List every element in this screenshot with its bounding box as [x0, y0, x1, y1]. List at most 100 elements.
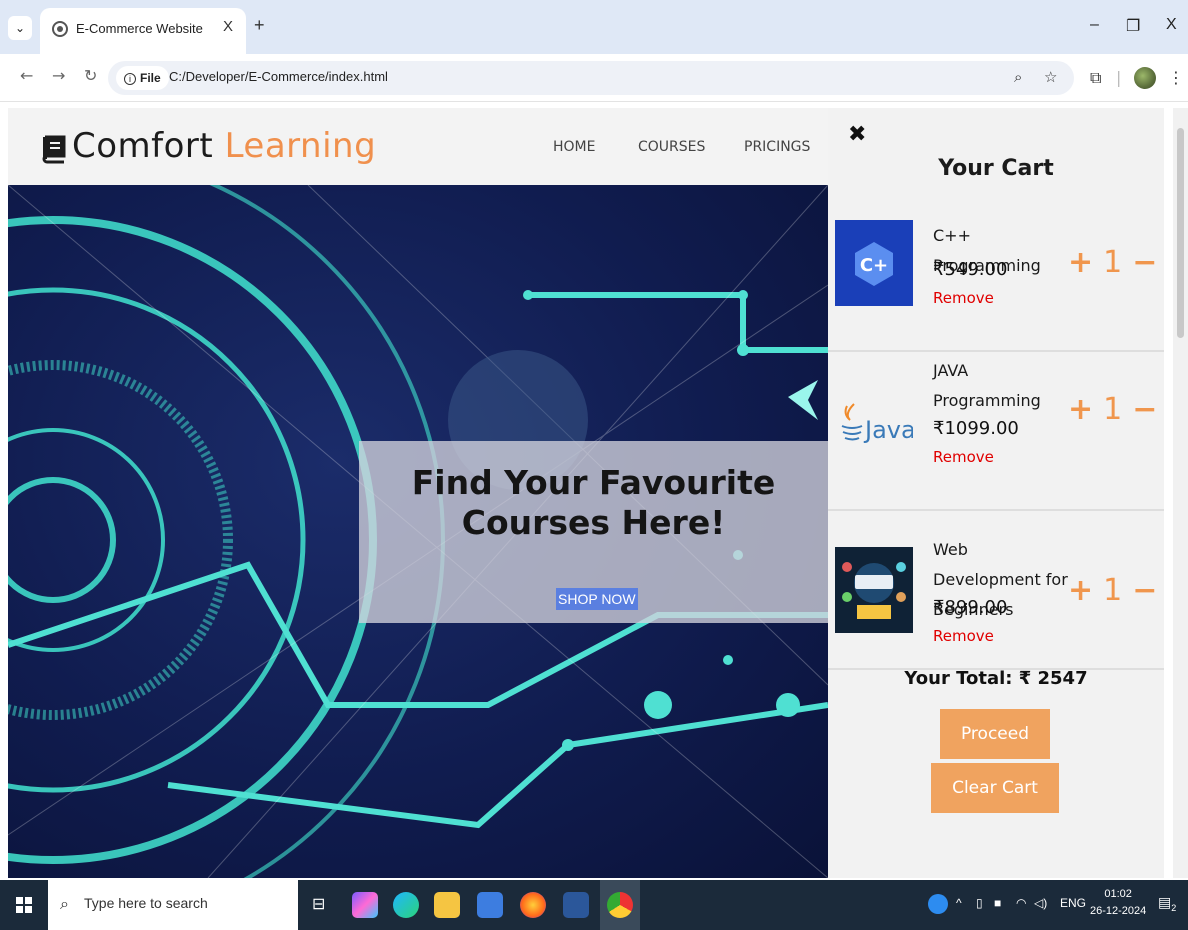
java-course-image: Java [841, 403, 913, 444]
cart-title: Your Cart [938, 156, 1054, 181]
forward-arrow-icon[interactable]: → [52, 66, 65, 85]
increase-quantity-button[interactable]: + [1068, 245, 1093, 280]
item-price: ₹1099.00 [933, 418, 1019, 439]
store-app-icon[interactable] [477, 892, 503, 918]
window-close-button[interactable]: X [1166, 16, 1177, 34]
battery-icon[interactable]: ▯ [976, 896, 983, 910]
camera-icon[interactable]: ■ [994, 896, 1001, 910]
item-name: JAVA Programming [933, 361, 1041, 410]
hero-title: Find Your Favourite Courses Here! [359, 463, 828, 543]
cart-item: C+ C++ Programming ₹549.00 Remove +1− [828, 193, 1164, 352]
help-icon[interactable] [928, 894, 948, 914]
hero-section: Find Your Favourite Courses Here! SHOP N… [8, 185, 828, 878]
arrow-shape [788, 380, 818, 420]
book-icon [42, 135, 66, 164]
copilot-app-icon[interactable] [352, 892, 378, 918]
browser-toolbar: ← → ↻ i File C:/Developer/E-Commerce/inde… [0, 54, 1188, 102]
hero-banner: Find Your Favourite Courses Here! SHOP N… [359, 441, 828, 623]
globe-icon [52, 21, 68, 37]
tab-search-chevron-icon[interactable]: ⌄ [8, 16, 32, 40]
page-scrollbar[interactable] [1173, 108, 1188, 878]
cart-total: Your Total: ₹ 2547 [904, 668, 1088, 689]
notification-icon[interactable]: ▤2 [1158, 894, 1176, 913]
browser-tab[interactable]: E-Commerce Website X [40, 8, 246, 54]
windows-start-icon[interactable] [16, 897, 32, 913]
quantity-value: 1 [1103, 392, 1123, 427]
site-logo[interactable]: Comfort Learning [72, 126, 376, 166]
logo-main-text: Comfort [72, 126, 214, 166]
site-info-chip[interactable]: i File [116, 66, 169, 90]
site-header: Comfort Learning HOME COURSES PRICINGS [8, 108, 828, 185]
search-icon: ⌕ [60, 894, 69, 913]
increase-quantity-button[interactable]: + [1068, 392, 1093, 427]
url-text[interactable]: C:/Developer/E-Commerce/index.html [169, 69, 388, 84]
clock-date: 26-12-2024 [1090, 905, 1147, 917]
decrease-quantity-button[interactable]: − [1132, 245, 1157, 280]
tab-close-button[interactable]: X [223, 18, 233, 35]
profile-avatar[interactable] [1134, 67, 1156, 89]
extensions-icon[interactable]: ⧉ [1090, 68, 1101, 88]
logo-accent-text: Learning [224, 126, 377, 166]
taskbar-search-placeholder: Type here to search [84, 895, 208, 911]
webdev-course-image [835, 547, 913, 633]
cart-item: Web Development for Beginners ₹899.00 Re… [828, 511, 1164, 670]
taskbar-search-box[interactable]: ⌕ Type here to search [48, 880, 298, 930]
scrollbar-thumb[interactable] [1177, 128, 1184, 338]
notification-count: 2 [1171, 902, 1177, 913]
zoom-icon[interactable]: ⌕ [1014, 68, 1022, 86]
windows-taskbar: ⌕ Type here to search ⊟ ^ ▯ ■ ◠ ◁) ENG 0… [0, 880, 1188, 930]
quantity-stepper: +1− [1068, 573, 1157, 608]
language-indicator[interactable]: ENG [1060, 896, 1086, 910]
cart-panel: ✖ Your Cart C+ C++ Programming ₹549.00 R… [828, 108, 1164, 878]
remove-link[interactable]: Remove [933, 627, 994, 645]
bookmark-star-icon[interactable]: ☆ [1044, 68, 1057, 86]
nav-home[interactable]: HOME [553, 139, 595, 155]
firefox-icon[interactable] [520, 892, 546, 918]
toolbar-divider: | [1116, 68, 1122, 87]
taskbar-clock[interactable]: 01:02 26-12-2024 [1090, 886, 1146, 920]
chrome-browser-icon[interactable] [607, 892, 633, 918]
tab-title: E-Commerce Website [76, 21, 203, 36]
volume-icon[interactable]: ◁) [1034, 896, 1047, 910]
wifi-icon[interactable]: ◠ [1016, 896, 1026, 910]
quantity-value: 1 [1103, 245, 1123, 280]
minimize-button[interactable]: – [1090, 16, 1099, 34]
clock-time: 01:02 [1104, 888, 1132, 900]
info-icon: i [124, 73, 136, 85]
shop-now-button[interactable]: SHOP NOW [556, 588, 638, 610]
file-explorer-icon[interactable] [434, 892, 460, 918]
address-bar[interactable]: i File C:/Developer/E-Commerce/index.html… [108, 61, 1074, 95]
java-logo-text: Java [863, 416, 913, 444]
proceed-button[interactable]: Proceed [940, 709, 1050, 759]
restore-button[interactable]: ❐ [1126, 16, 1140, 36]
reload-icon[interactable]: ↻ [84, 66, 97, 85]
cart-close-icon[interactable]: ✖ [848, 122, 866, 147]
increase-quantity-button[interactable]: + [1068, 573, 1093, 608]
new-tab-button[interactable]: + [254, 15, 265, 36]
hero-title-line2: Courses Here! [461, 503, 726, 542]
browser-tab-strip: ⌄ E-Commerce Website X + – ❐ X [0, 0, 1188, 54]
quantity-value: 1 [1103, 573, 1123, 608]
task-view-icon[interactable]: ⊟ [312, 894, 325, 914]
svg-text:C+: C+ [860, 255, 888, 276]
quantity-stepper: +1− [1068, 245, 1157, 280]
cpp-course-image: C+ [835, 220, 913, 306]
hero-title-line1: Find Your Favourite [411, 463, 776, 502]
clear-cart-button[interactable]: Clear Cart [931, 763, 1059, 813]
chevron-up-icon[interactable]: ^ [956, 896, 962, 910]
quantity-stepper: +1− [1068, 392, 1157, 427]
back-arrow-icon[interactable]: ← [20, 66, 33, 85]
web-page: Comfort Learning HOME COURSES PRICINGS F… [8, 108, 1164, 878]
word-app-icon[interactable] [563, 892, 589, 918]
remove-link[interactable]: Remove [933, 448, 994, 466]
nav-pricings[interactable]: PRICINGS [744, 139, 810, 155]
item-price: ₹899.00 [933, 597, 1008, 618]
edge-browser-icon[interactable] [393, 892, 419, 918]
cart-item: Java JAVA Programming ₹1099.00 Remove +1… [828, 352, 1164, 511]
remove-link[interactable]: Remove [933, 289, 994, 307]
item-price: ₹549.00 [933, 259, 1008, 280]
menu-kebab-icon[interactable]: ⋮ [1168, 68, 1184, 87]
decrease-quantity-button[interactable]: − [1132, 392, 1157, 427]
decrease-quantity-button[interactable]: − [1132, 573, 1157, 608]
nav-courses[interactable]: COURSES [638, 139, 705, 155]
